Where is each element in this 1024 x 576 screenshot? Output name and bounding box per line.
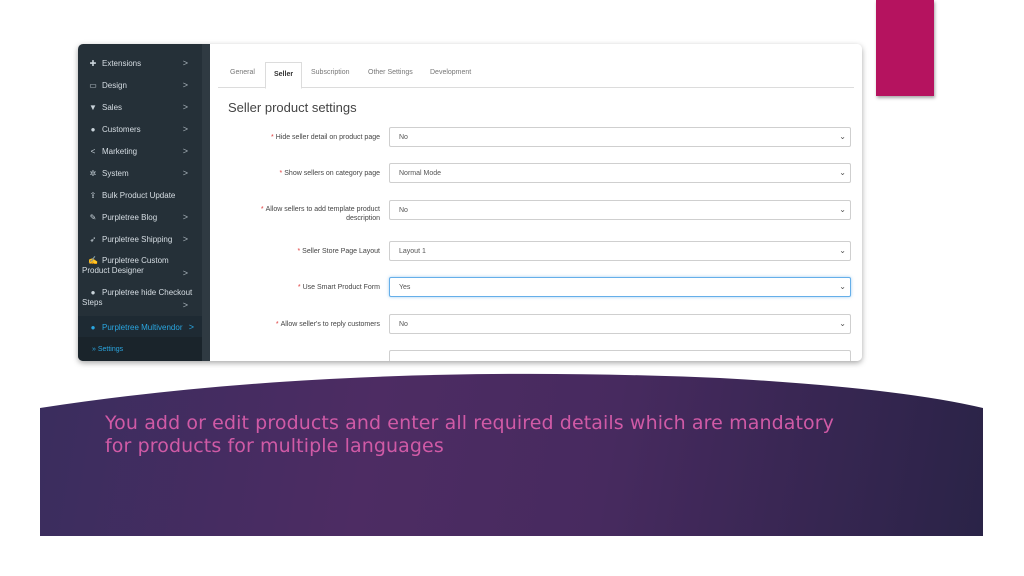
puzzle-icon: ✚	[89, 58, 97, 68]
field-label: * Seller Store Page Layout	[297, 248, 380, 255]
chevron-right-icon: >	[182, 300, 188, 310]
sidebar-item-marketing[interactable]: < Marketing >	[78, 140, 202, 162]
sidebar-item-label: Bulk Product Update	[102, 190, 176, 200]
chevron-right-icon: >	[188, 322, 194, 332]
sidebar-item-purpletree-shipping[interactable]: ➶ Purpletree Shipping >	[78, 228, 202, 250]
chevron-right-icon: >	[182, 124, 188, 134]
chevron-down-icon: ⌄	[839, 168, 846, 177]
hide-seller-detail-select[interactable]: No ⌄	[389, 127, 851, 147]
reply-customers-select[interactable]: No ⌄	[389, 314, 851, 334]
accent-square	[876, 0, 934, 96]
sidebar-item-label: Marketing	[102, 146, 138, 156]
field-label: * Show sellers on category page	[279, 170, 380, 177]
share-icon: <	[90, 146, 96, 156]
sidebar: ✚ Extensions > ▭ Design > ▼ Sales > ● Customers…	[78, 44, 202, 361]
tab-bar: General Seller Subscription Other Settin…	[218, 62, 854, 89]
chevron-right-icon: >	[182, 146, 188, 156]
chevron-down-icon: ⌄	[839, 205, 846, 214]
chevron-right-icon: >	[182, 268, 188, 278]
sidebar-item-custom-product-designer[interactable]: ✍ Purpletree Custom Product Designer >	[78, 252, 202, 282]
next-field-select[interactable]	[389, 350, 851, 361]
chevron-right-icon: >	[182, 212, 188, 222]
chevron-right-icon: >	[182, 80, 188, 90]
slide-caption: You add or edit products and enter all r…	[105, 412, 835, 457]
sidebar-item-sales[interactable]: ▼ Sales >	[78, 96, 202, 118]
sidebar-item-purpletree-multivendor[interactable]: ● Purpletree Multivendor >	[78, 316, 202, 338]
smart-product-form-select[interactable]: Yes ⌄	[389, 277, 851, 297]
sidebar-item-label: Purpletree Custom	[102, 256, 169, 265]
user-icon: ●	[90, 124, 96, 134]
chevron-right-icon: >	[182, 58, 188, 68]
field-label: * Hide seller detail on product page	[270, 134, 380, 141]
chevron-down-icon: ⌄	[839, 319, 846, 328]
sidebar-item-label: Purpletree hide Checkout	[102, 288, 193, 297]
sidebar-item-label: Extensions	[102, 58, 142, 68]
sidebar-item-label: Purpletree Multivendor	[102, 322, 183, 332]
sidebar-item-purpletree-blog[interactable]: ✎ Purpletree Blog >	[78, 206, 202, 228]
sidebar-item-bulk-product-update[interactable]: ⇪ Bulk Product Update	[78, 184, 202, 206]
chevron-down-icon: ⌄	[839, 132, 846, 141]
cart-icon: ▼	[89, 102, 97, 112]
store-page-layout-select[interactable]: Layout 1 ⌄	[389, 241, 851, 261]
sidebar-item-label-continued: Steps	[82, 298, 103, 307]
tab-subscription[interactable]: Subscription	[311, 69, 350, 76]
tab-seller[interactable]: Seller	[265, 62, 303, 89]
sidebar-item-label: Design	[102, 80, 127, 90]
tab-development[interactable]: Development	[430, 69, 471, 76]
chevron-right-icon: >	[182, 234, 188, 244]
user-icon: ●	[90, 322, 96, 332]
field-label: * Use Smart Product Form	[297, 284, 380, 291]
sidebar-subitem-settings[interactable]: » Settings	[78, 337, 202, 361]
chevron-down-icon: ⌄	[839, 246, 846, 255]
chevron-right-icon: >	[182, 168, 188, 178]
monitor-icon: ▭	[89, 80, 97, 90]
brush-icon: ✍	[88, 256, 98, 265]
sidebar-item-label-continued: Product Designer	[82, 266, 144, 275]
sidebar-item-label: Purpletree Shipping	[102, 234, 173, 244]
admin-screenshot: ✚ Extensions > ▭ Design > ▼ Sales > ● Customers…	[78, 44, 862, 361]
sidebar-item-label: System	[102, 168, 129, 178]
sidebar-gutter	[202, 44, 210, 361]
rocket-icon: ➶	[89, 234, 97, 244]
chevron-right-icon: >	[182, 102, 188, 112]
chevron-down-icon: ⌄	[839, 282, 846, 291]
user-icon: ●	[90, 288, 96, 297]
sidebar-item-design[interactable]: ▭ Design >	[78, 74, 202, 96]
section-title: Seller product settings	[228, 100, 357, 115]
gear-icon: ✲	[89, 168, 97, 178]
sidebar-item-system[interactable]: ✲ System >	[78, 162, 202, 184]
template-description-select[interactable]: No ⌄	[389, 200, 851, 220]
sidebar-item-hide-checkout-steps[interactable]: ● Purpletree hide Checkout Steps >	[78, 284, 202, 314]
sidebar-item-label: Sales	[102, 102, 123, 112]
sidebar-item-label: Purpletree Blog	[102, 212, 158, 222]
field-label: * Allow seller's to reply customers	[275, 321, 380, 328]
sidebar-item-extensions[interactable]: ✚ Extensions >	[78, 52, 202, 74]
tab-other-settings[interactable]: Other Settings	[368, 69, 413, 76]
tab-general[interactable]: General	[230, 69, 255, 76]
sidebar-item-label: Customers	[102, 124, 141, 134]
show-sellers-category-select[interactable]: Normal Mode ⌄	[389, 163, 851, 183]
upload-icon: ⇪	[89, 190, 97, 200]
settings-panel: General Seller Subscription Other Settin…	[210, 44, 862, 361]
sidebar-item-customers[interactable]: ● Customers >	[78, 118, 202, 140]
edit-icon: ✎	[89, 212, 97, 222]
field-label: * Allow sellers to add template product de…	[260, 206, 380, 222]
